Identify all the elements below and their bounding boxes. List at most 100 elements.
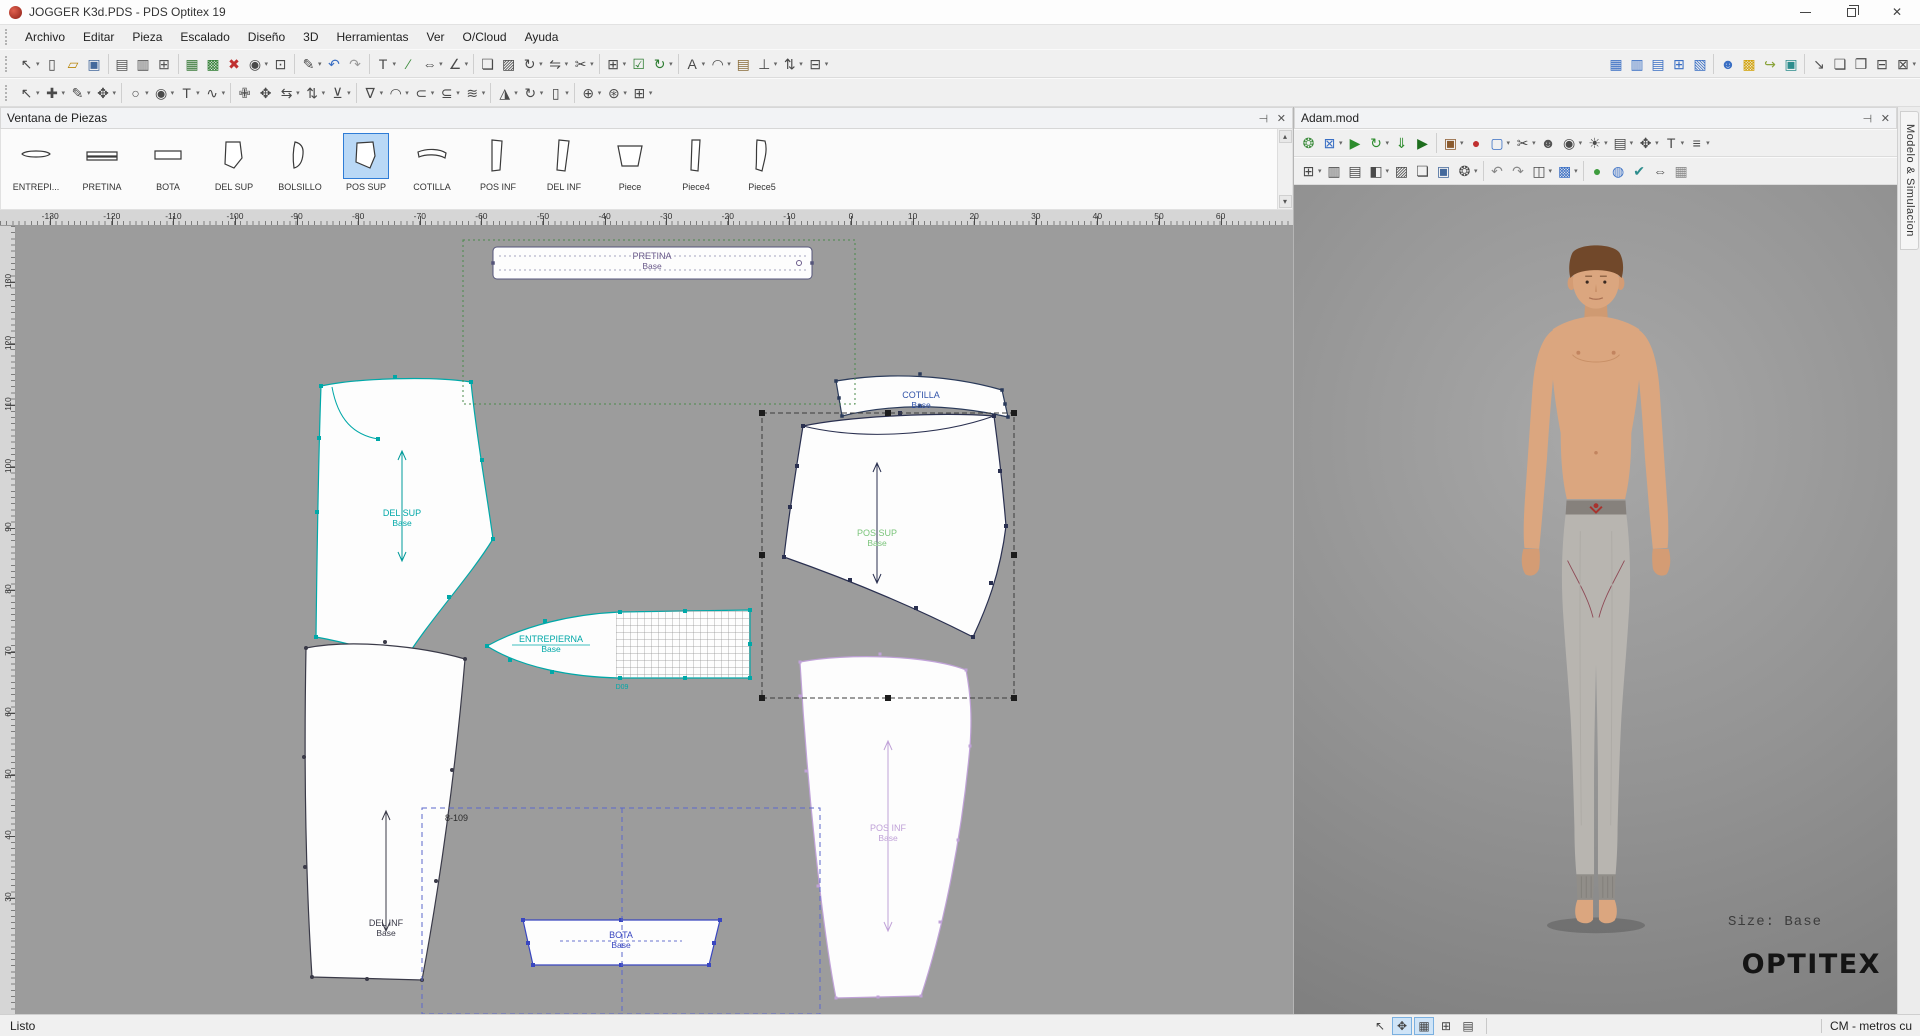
seam-outer[interactable]: ⊆▾ xyxy=(436,81,462,104)
move-piece-tool[interactable]: ✥ xyxy=(255,81,276,104)
rotate-piece[interactable]: ↻▾ xyxy=(519,52,545,75)
corner-tool[interactable]: ◠▾ xyxy=(385,81,411,104)
select-point-tool[interactable]: ↖▾ xyxy=(16,81,42,104)
display-settings[interactable]: ▣ xyxy=(1780,52,1801,75)
menu-ver[interactable]: Ver xyxy=(418,27,454,47)
dropdown-caret-icon[interactable]: ▾ xyxy=(1386,139,1390,147)
sync-cloud[interactable]: ↪ xyxy=(1759,52,1780,75)
piece-thumbnail-cotilla[interactable]: COTILLA xyxy=(399,131,465,207)
delete[interactable]: ✖ xyxy=(224,52,245,75)
pointer-report[interactable]: ↘ xyxy=(1808,52,1829,75)
dropdown-caret-icon[interactable]: ▾ xyxy=(1681,139,1685,147)
piece-pretina[interactable]: PRETINABase xyxy=(491,247,814,279)
dropdown-caret-icon[interactable]: ▾ xyxy=(36,60,40,68)
text-tool[interactable]: T▾ xyxy=(373,52,399,75)
3d-simulate[interactable]: ▶ xyxy=(1412,132,1433,155)
dropdown-caret-icon[interactable]: ▾ xyxy=(439,60,443,68)
select-tool[interactable]: ↖▾ xyxy=(16,52,42,75)
spec-table[interactable]: ▤ xyxy=(1647,52,1668,75)
dropdown-caret-icon[interactable]: ▾ xyxy=(669,60,673,68)
export-image[interactable]: ▦ xyxy=(182,52,203,75)
3d-viewport[interactable]: Size: Base OPTITEX xyxy=(1294,185,1897,1014)
plot[interactable]: ⊞ xyxy=(154,52,175,75)
dropdown-caret-icon[interactable]: ▾ xyxy=(1532,139,1536,147)
dropdown-caret-icon[interactable]: ▾ xyxy=(598,89,602,97)
dropdown-caret-icon[interactable]: ▾ xyxy=(565,89,569,97)
angle-tool[interactable]: ∠▾ xyxy=(445,52,471,75)
print[interactable]: ▤ xyxy=(112,52,133,75)
dropdown-caret-icon[interactable]: ▾ xyxy=(322,89,326,97)
open-file[interactable]: ▱ xyxy=(63,52,84,75)
dropdown-caret-icon[interactable]: ▾ xyxy=(1460,139,1464,147)
3d-redo[interactable]: ↷ xyxy=(1508,160,1529,183)
update-pieces[interactable]: ↻▾ xyxy=(649,52,675,75)
menu-ayuda[interactable]: Ayuda xyxy=(516,27,568,47)
dropdown-caret-icon[interactable]: ▾ xyxy=(36,89,40,97)
rotate-tool[interactable]: ↻▾ xyxy=(520,81,546,104)
dropdown-caret-icon[interactable]: ▾ xyxy=(590,60,594,68)
menu-escalado[interactable]: Escalado xyxy=(171,27,238,47)
3d-export[interactable]: ⊠▾ xyxy=(1319,132,1345,155)
dropdown-caret-icon[interactable]: ▾ xyxy=(196,89,200,97)
tab-modelo-simulacion[interactable]: Modelo & Simulacion xyxy=(1900,111,1919,250)
scroll-up-icon[interactable]: ▴ xyxy=(1279,130,1292,143)
fullness-tool[interactable]: ≋▾ xyxy=(462,81,488,104)
menu-dise-o[interactable]: Diseño xyxy=(239,27,294,47)
piece-thumbnail-del_sup[interactable]: DEL SUP xyxy=(201,131,267,207)
3d-view-back[interactable]: ▤ xyxy=(1345,160,1366,183)
piece-thumbnail-pretina[interactable]: PRETINA xyxy=(69,131,135,207)
table-tool[interactable]: ⊞▾ xyxy=(629,81,655,104)
measure-tool[interactable]: ⇔▾ xyxy=(419,52,445,75)
menu-editar[interactable]: Editar xyxy=(74,27,123,47)
menu-o-cloud[interactable]: O/Cloud xyxy=(454,27,516,47)
piece-thumbnail-piece[interactable]: Piece xyxy=(597,131,663,207)
grid-tool[interactable]: ⊕▾ xyxy=(578,81,604,104)
dropdown-caret-icon[interactable]: ▾ xyxy=(296,89,300,97)
3d-validate[interactable]: ✔ xyxy=(1629,160,1650,183)
3d-cut[interactable]: ✂▾ xyxy=(1512,132,1538,155)
piece-pos_sup[interactable]: POS SUPBase xyxy=(782,411,1008,639)
copy-piece[interactable]: ❏ xyxy=(477,52,498,75)
dart-tool[interactable]: ∇▾ xyxy=(360,81,386,104)
dropdown-caret-icon[interactable]: ▾ xyxy=(456,89,460,97)
piece-thumbnail-piece4[interactable]: Piece4 xyxy=(663,131,729,207)
3d-view-mode[interactable]: ⊞▾ xyxy=(1298,160,1324,183)
dropdown-caret-icon[interactable]: ▾ xyxy=(1706,139,1710,147)
close-button[interactable]: ✕ xyxy=(1874,0,1920,24)
dropdown-caret-icon[interactable]: ▾ xyxy=(623,60,627,68)
pattern-grid[interactable]: ⊛▾ xyxy=(603,81,629,104)
dropdown-caret-icon[interactable]: ▾ xyxy=(649,89,653,97)
circle-tool[interactable]: ○▾ xyxy=(125,81,151,104)
export-excel[interactable]: ▩ xyxy=(203,52,224,75)
pen-tool[interactable]: ✎▾ xyxy=(298,52,324,75)
3d-catalog[interactable]: ❏ xyxy=(1412,160,1433,183)
notebook[interactable]: ▤ xyxy=(733,52,754,75)
save-file[interactable]: ▣ xyxy=(84,52,105,75)
close-panel-icon[interactable]: ✕ xyxy=(1881,112,1890,125)
selection-handle[interactable] xyxy=(759,410,765,416)
measurement-table[interactable]: ▥ xyxy=(1626,52,1647,75)
pages-stack[interactable]: ❐ xyxy=(1850,52,1871,75)
piece-entrepierna[interactable]: ENTREPIERNABaseD09 xyxy=(485,608,752,691)
piece-pos_inf[interactable]: POS INFBase xyxy=(799,653,972,1000)
3d-globe[interactable]: ◍ xyxy=(1608,160,1629,183)
dropdown-caret-icon[interactable]: ▾ xyxy=(799,60,803,68)
piece-thumbnail-entrepi[interactable]: ENTREPI... xyxy=(3,131,69,207)
notch-tool[interactable]: ⊻▾ xyxy=(327,81,353,104)
verify-table[interactable]: ☑ xyxy=(628,52,649,75)
3d-texture[interactable]: ▨ xyxy=(1391,160,1412,183)
dropdown-caret-icon[interactable]: ▾ xyxy=(565,60,569,68)
add-point-tool[interactable]: ✚▾ xyxy=(42,81,68,104)
piece-del_inf[interactable]: DEL INFBase xyxy=(302,640,467,982)
ruler-tool[interactable]: ∕ xyxy=(398,52,419,75)
3d-snapshot[interactable]: ▣▾ xyxy=(1440,132,1466,155)
pin-icon[interactable]: ⊤ xyxy=(1256,113,1269,123)
piece-del_sup[interactable]: DEL SUPBase xyxy=(314,375,495,663)
undo[interactable]: ↶ xyxy=(324,52,345,75)
dropdown-caret-icon[interactable]: ▾ xyxy=(465,60,469,68)
new-document[interactable]: ▯ xyxy=(42,52,63,75)
seam-inner[interactable]: ⊂▾ xyxy=(411,81,437,104)
dropdown-caret-icon[interactable]: ▾ xyxy=(1579,139,1583,147)
dropdown-caret-icon[interactable]: ▾ xyxy=(623,89,627,97)
3d-grid-view[interactable]: ▩▾ xyxy=(1554,160,1580,183)
